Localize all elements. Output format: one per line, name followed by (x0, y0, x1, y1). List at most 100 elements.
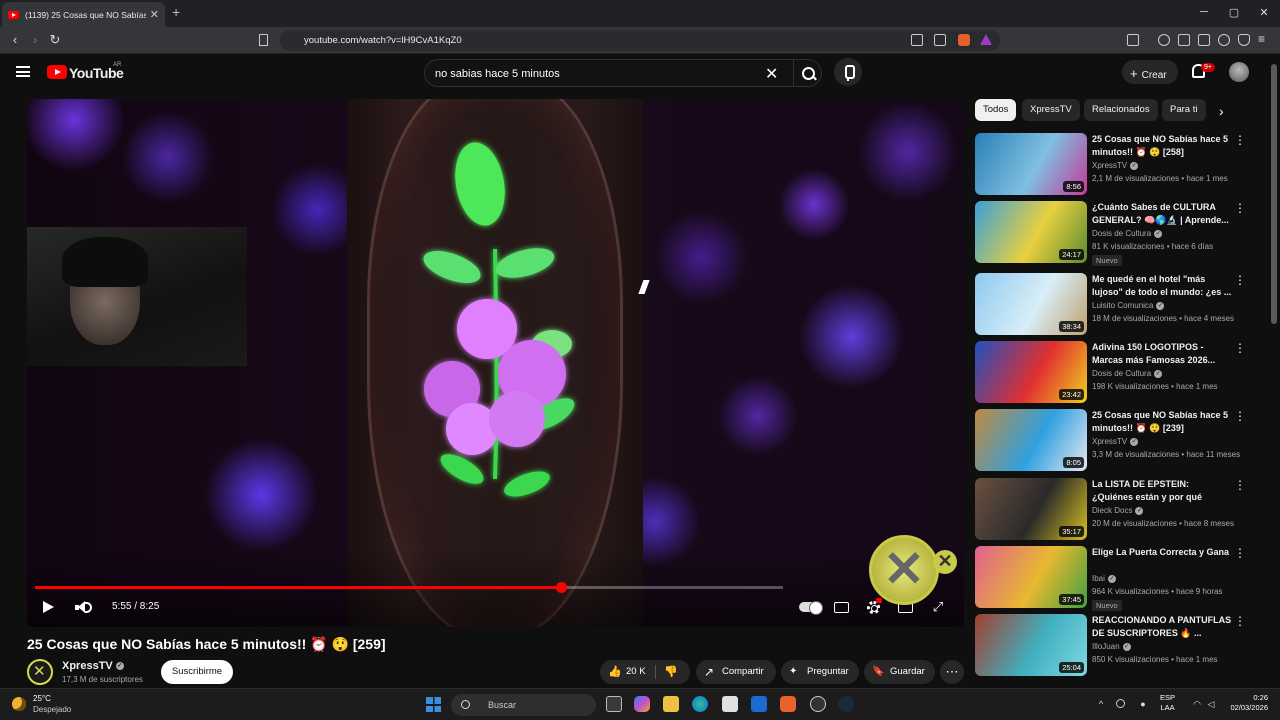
channel-name-row[interactable]: Dieck Docs ✓ (1092, 506, 1144, 515)
brave-shield-icon[interactable] (958, 34, 970, 46)
subtitles-icon[interactable] (834, 602, 849, 613)
video-title[interactable]: 25 Cosas que NO Sabías hace 5 minutos!! … (1092, 133, 1232, 159)
channel-name-row[interactable]: Dosis de Cultura ✓ (1092, 229, 1163, 238)
recommended-video[interactable]: 23:42 Adivina 150 LOGOTIPOS - Marcas más … (975, 341, 1265, 405)
video-thumbnail[interactable]: 23:42 (975, 341, 1087, 403)
back-button[interactable]: ‹ (7, 32, 23, 47)
weather-moon-icon[interactable] (12, 697, 26, 711)
like-count[interactable]: 20 K (626, 660, 646, 684)
more-options-icon[interactable]: ⋮ (1234, 201, 1246, 215)
create-button[interactable]: + Crear (1122, 60, 1178, 84)
channel-name[interactable]: Dosis de Cultura (1092, 369, 1151, 378)
clock[interactable]: 0:26 02/03/2026 (1222, 693, 1268, 713)
video-title[interactable]: Adivina 150 LOGOTIPOS - Marcas más Famos… (1092, 341, 1232, 367)
search-icon[interactable] (793, 60, 823, 86)
tray-app-icon[interactable] (1116, 699, 1125, 708)
recommended-video[interactable]: 38:34 Me quedé en el hotel "más lujoso" d… (975, 273, 1265, 337)
menu-icon[interactable]: ≡ (1258, 33, 1270, 45)
edge-icon[interactable] (692, 696, 708, 712)
weather-description[interactable]: Despejado (33, 705, 71, 714)
recommended-video[interactable]: 37:45 Elige La Puerta Correcta y Gana Ibai… (975, 546, 1265, 611)
scrubber-handle[interactable] (556, 582, 567, 593)
like-icon[interactable]: 👍 (608, 660, 622, 684)
copilot-icon[interactable] (634, 696, 650, 712)
channel-name[interactable]: Luisito Comunica (1092, 301, 1153, 310)
voice-search-icon[interactable] (834, 58, 862, 86)
wifi-icon[interactable]: ◠ (1192, 699, 1202, 709)
leo-ai-icon[interactable] (1218, 34, 1230, 46)
tab-close-button[interactable]: ✕ (150, 8, 159, 21)
more-options-icon[interactable]: ⋮ (1234, 409, 1246, 423)
fullscreen-icon[interactable]: ⤢ (931, 600, 945, 614)
video-title[interactable]: Me quedé en el hotel "más lujoso" de tod… (1092, 273, 1232, 299)
video-title[interactable]: 25 Cosas que NO Sabías hace 5 minutos!! … (1092, 409, 1232, 435)
share-button[interactable]: ↗ Compartir (696, 660, 776, 684)
channel-name[interactable]: Dosis de Cultura (1092, 229, 1151, 238)
reader-icon[interactable] (1178, 34, 1190, 46)
reload-button[interactable]: ↻ (47, 32, 63, 48)
chips-next-arrow-icon[interactable]: › (1219, 103, 1224, 119)
tray-overflow-icon[interactable]: ^ (1096, 699, 1106, 709)
video-thumbnail[interactable]: 8:56 (975, 133, 1087, 195)
chip-xpresstv[interactable]: XpressTV (1022, 99, 1080, 121)
recommended-video[interactable]: 25:04 REACCIONANDO A PANTUFLAS DE SUSCRIP… (975, 614, 1265, 678)
hamburger-menu-icon[interactable] (16, 66, 30, 77)
share-page-icon[interactable] (934, 34, 946, 46)
window-close-button[interactable]: ✕ (1254, 6, 1274, 19)
vpn-icon[interactable] (1238, 34, 1250, 46)
search-input[interactable]: no sabias hace 5 minutos (435, 68, 560, 80)
more-options-icon[interactable]: ⋮ (1234, 546, 1246, 560)
recommended-video[interactable]: 35:17 La LISTA DE EPSTEIN: ¿Quiénes están… (975, 478, 1265, 542)
more-options-icon[interactable]: ⋮ (1234, 133, 1246, 147)
channel-name-row[interactable]: Dosis de Cultura ✓ (1092, 369, 1163, 378)
video-thumbnail[interactable]: 24:17 (975, 201, 1087, 263)
file-explorer-icon[interactable] (663, 696, 679, 712)
address-bar[interactable]: youtube.com/watch?v=lH9CvA1KqZ0 (280, 30, 1000, 51)
wallet-icon[interactable] (1198, 34, 1210, 46)
forward-button[interactable]: › (27, 32, 43, 47)
clear-search-icon[interactable]: ✕ (765, 64, 778, 84)
video-title[interactable]: Elige La Puerta Correcta y Gana (1092, 546, 1232, 559)
play-icon[interactable] (43, 601, 54, 613)
video-thumbnail[interactable]: 25:04 (975, 614, 1087, 676)
steam-icon[interactable] (838, 696, 854, 712)
channel-name-row[interactable]: XpressTV ✓ (62, 660, 124, 672)
taskbar-search[interactable]: Buscar (451, 694, 596, 716)
video-thumbnail[interactable]: 35:17 (975, 478, 1087, 540)
channel-name[interactable]: IlloJuan (1092, 642, 1120, 651)
store-icon[interactable] (722, 696, 738, 712)
channel-name[interactable]: Ibai (1092, 574, 1105, 583)
progress-bar[interactable] (35, 582, 783, 593)
save-button[interactable]: 🔖 Guardar (864, 660, 935, 684)
video-player[interactable]: 5:55 / 8:25 ⤢ ✕ ✕ (27, 99, 964, 627)
more-options-icon[interactable]: ⋮ (1234, 273, 1246, 287)
weather-temperature[interactable]: 25°C (33, 694, 51, 703)
input-language[interactable]: ESP LAA (1160, 693, 1175, 713)
video-thumbnail[interactable]: 38:34 (975, 273, 1087, 335)
channel-name[interactable]: XpressTV (1092, 161, 1127, 170)
new-tab-button[interactable]: + (172, 4, 180, 20)
cast-icon[interactable] (911, 34, 923, 46)
windows-start-icon[interactable] (426, 697, 441, 712)
recommended-video[interactable]: 8:56 25 Cosas que NO Sabías hace 5 minuto… (975, 133, 1265, 197)
chip-relacionados[interactable]: Relacionados (1084, 99, 1158, 121)
volume-tray-icon[interactable]: ◁ (1206, 699, 1216, 709)
youtube-logo-icon[interactable] (47, 65, 67, 79)
obs-icon[interactable] (810, 696, 826, 712)
video-title[interactable]: La LISTA DE EPSTEIN: ¿Quiénes están y po… (1092, 478, 1232, 506)
more-options-icon[interactable]: ⋮ (1234, 614, 1246, 628)
minimize-button[interactable]: ─ (1194, 6, 1214, 18)
channel-name[interactable]: Dieck Docs (1092, 506, 1132, 515)
chip-todos[interactable]: Todos (975, 99, 1017, 121)
ask-button[interactable]: ✦ Preguntar (781, 660, 859, 684)
bookmark-icon[interactable] (259, 34, 268, 46)
subscribe-button[interactable]: Suscribirme (161, 660, 233, 684)
channel-name[interactable]: XpressTV (1092, 437, 1127, 446)
channel-name-row[interactable]: XpressTV ✓ (1092, 161, 1139, 170)
video-thumbnail[interactable]: 8:05 (975, 409, 1087, 471)
search-box[interactable]: no sabias hace 5 minutos ✕ (424, 59, 822, 87)
account-avatar[interactable] (1229, 62, 1249, 82)
more-actions-icon[interactable]: ⋯ (940, 660, 964, 684)
sidebar-icon[interactable] (1127, 34, 1139, 46)
page-scrollbar[interactable] (1271, 64, 1277, 324)
